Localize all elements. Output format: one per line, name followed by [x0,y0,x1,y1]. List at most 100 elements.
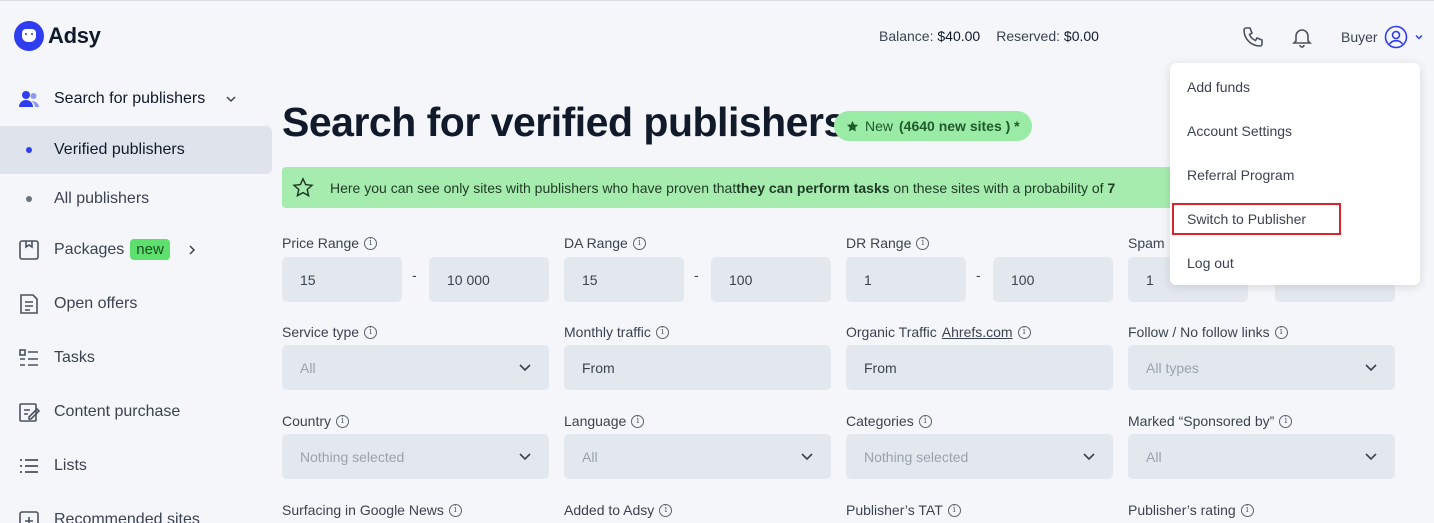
reserved-label: Reserved: [996,28,1061,44]
balance-label: Balance: [879,28,934,44]
balance: Balance: $40.00 [879,28,980,44]
sidebar-item-label: Packages new [54,239,170,260]
select-value: All [582,448,598,465]
language-select[interactable]: All [564,434,831,479]
user-avatar-icon [1384,25,1407,49]
info-icon[interactable]: i [448,503,462,517]
info-text-tail: 7 [1107,179,1116,196]
label-text: Marked “Sponsored by” [1128,413,1275,429]
label-text: Country [282,413,332,429]
info-icon[interactable]: i [631,414,645,428]
info-icon[interactable]: i [1017,325,1031,339]
new-sites-badge[interactable]: New (4640 new sites ) * [834,111,1032,141]
dr-to-input[interactable]: 100 [993,257,1113,302]
sidebar-item-tasks[interactable]: Tasks [0,334,272,382]
sidebar-item-label: Tasks [54,349,95,366]
highlight-box [1172,203,1341,235]
google-news-label: Surfacing in Google News i [282,502,462,518]
organic-traffic-label: Organic Traffic Ahrefs.com i [846,324,1031,340]
menu-item-log-out[interactable]: Log out [1187,255,1234,271]
sidebar-item-recommended-sites[interactable]: Recommended sites [0,496,272,523]
country-label: Country i [282,413,350,429]
added-to-adsy-label: Added to Adsy i [564,502,673,518]
logo[interactable]: Adsy [14,21,101,51]
bell-icon[interactable] [1290,25,1314,49]
info-icon[interactable]: i [918,414,932,428]
info-icon[interactable]: i [1274,325,1288,339]
info-icon[interactable]: i [655,325,669,339]
sidebar-item-search-for-publishers[interactable]: Search for publishers [0,75,272,123]
sidebar-item-packages[interactable]: Packages new [0,226,272,274]
chevron-down-icon [1365,453,1377,461]
balance-value: $40.00 [937,28,981,44]
da-range-label: DA Range i [564,235,646,251]
sidebar-item-lists[interactable]: Lists [0,442,272,490]
user-role: Buyer [1341,29,1378,45]
document-icon [20,294,38,314]
monthly-traffic-label: Monthly traffic i [564,324,669,340]
info-text-after: on these sites with a probability of [889,179,1108,196]
follow-links-select[interactable]: All types [1128,345,1395,390]
sidebar-item-open-offers[interactable]: Open offers [0,280,272,328]
sidebar-item-label: Content purchase [54,403,181,420]
info-icon[interactable]: i [632,236,646,250]
info-icon[interactable]: i [1279,414,1293,428]
page-title: Search for verified publishers [282,99,846,145]
sidebar-item-label: Search for publishers [54,90,206,107]
sidebar-item-all-publishers[interactable]: All publishers [0,175,272,223]
info-icon[interactable]: i [336,414,350,428]
sidebar-item-label: Verified publishers [54,141,185,158]
info-icon[interactable]: i [364,236,378,250]
service-type-select[interactable]: All [282,345,549,390]
label-text: Added to Adsy [564,502,655,518]
chevron-down-icon [519,364,531,372]
chevron-down-icon [1365,364,1377,372]
info-icon[interactable]: i [659,503,673,517]
language-label: Language i [564,413,645,429]
phone-icon[interactable] [1241,25,1265,49]
select-value: All [1146,448,1162,465]
country-select[interactable]: Nothing selected [282,434,549,479]
sidebar: Search for publishers Verified publisher… [0,73,280,523]
info-banner: Here you can see only sites with publish… [282,167,1182,208]
info-icon[interactable]: i [1240,503,1254,517]
select-value: Nothing selected [864,448,969,465]
info-icon[interactable]: i [947,503,961,517]
menu-item-add-funds[interactable]: Add funds [1187,79,1250,95]
range-separator: - [412,267,417,283]
publisher-tat-label: Publisher’s TAT i [846,502,961,518]
menu-item-referral-program[interactable]: Referral Program [1187,167,1294,183]
price-from-input[interactable]: 15 [282,257,402,302]
ahrefs-link[interactable]: Ahrefs.com [942,324,1013,340]
sidebar-item-content-purchase[interactable]: Content purchase [0,388,272,436]
label-text: Spam [1128,235,1165,251]
da-from-input[interactable]: 15 [564,257,684,302]
package-icon [19,240,39,260]
label-text: DA Range [564,235,628,251]
range-separator: - [694,267,699,283]
dr-from-input[interactable]: 1 [846,257,966,302]
info-icon[interactable]: i [916,236,930,250]
spam-label: Spam [1128,235,1165,251]
bullet-icon [26,147,32,153]
sidebar-item-verified-publishers[interactable]: Verified publishers [0,126,272,174]
menu-item-account-settings[interactable]: Account Settings [1187,123,1292,139]
user-menu-toggle[interactable]: Buyer [1341,25,1424,49]
organic-traffic-input[interactable]: From [846,345,1113,390]
dr-range-label: DR Range i [846,235,930,251]
chevron-down-icon [1083,453,1095,461]
tasks-icon [19,349,38,366]
label-text: Publisher’s rating [1128,502,1236,518]
price-to-input[interactable]: 10 000 [429,257,549,302]
info-icon[interactable]: i [364,325,378,339]
sidebar-item-label: Lists [54,457,87,474]
info-text-bold: they can perform tasks [736,179,890,196]
users-icon [19,91,39,107]
sponsored-select[interactable]: All [1128,434,1395,479]
monthly-traffic-input[interactable]: From [564,345,831,390]
label-text: Service type [282,324,360,340]
label-text: DR Range [846,235,912,251]
sidebar-item-label: All publishers [54,190,150,207]
da-to-input[interactable]: 100 [711,257,831,302]
categories-select[interactable]: Nothing selected [846,434,1113,479]
